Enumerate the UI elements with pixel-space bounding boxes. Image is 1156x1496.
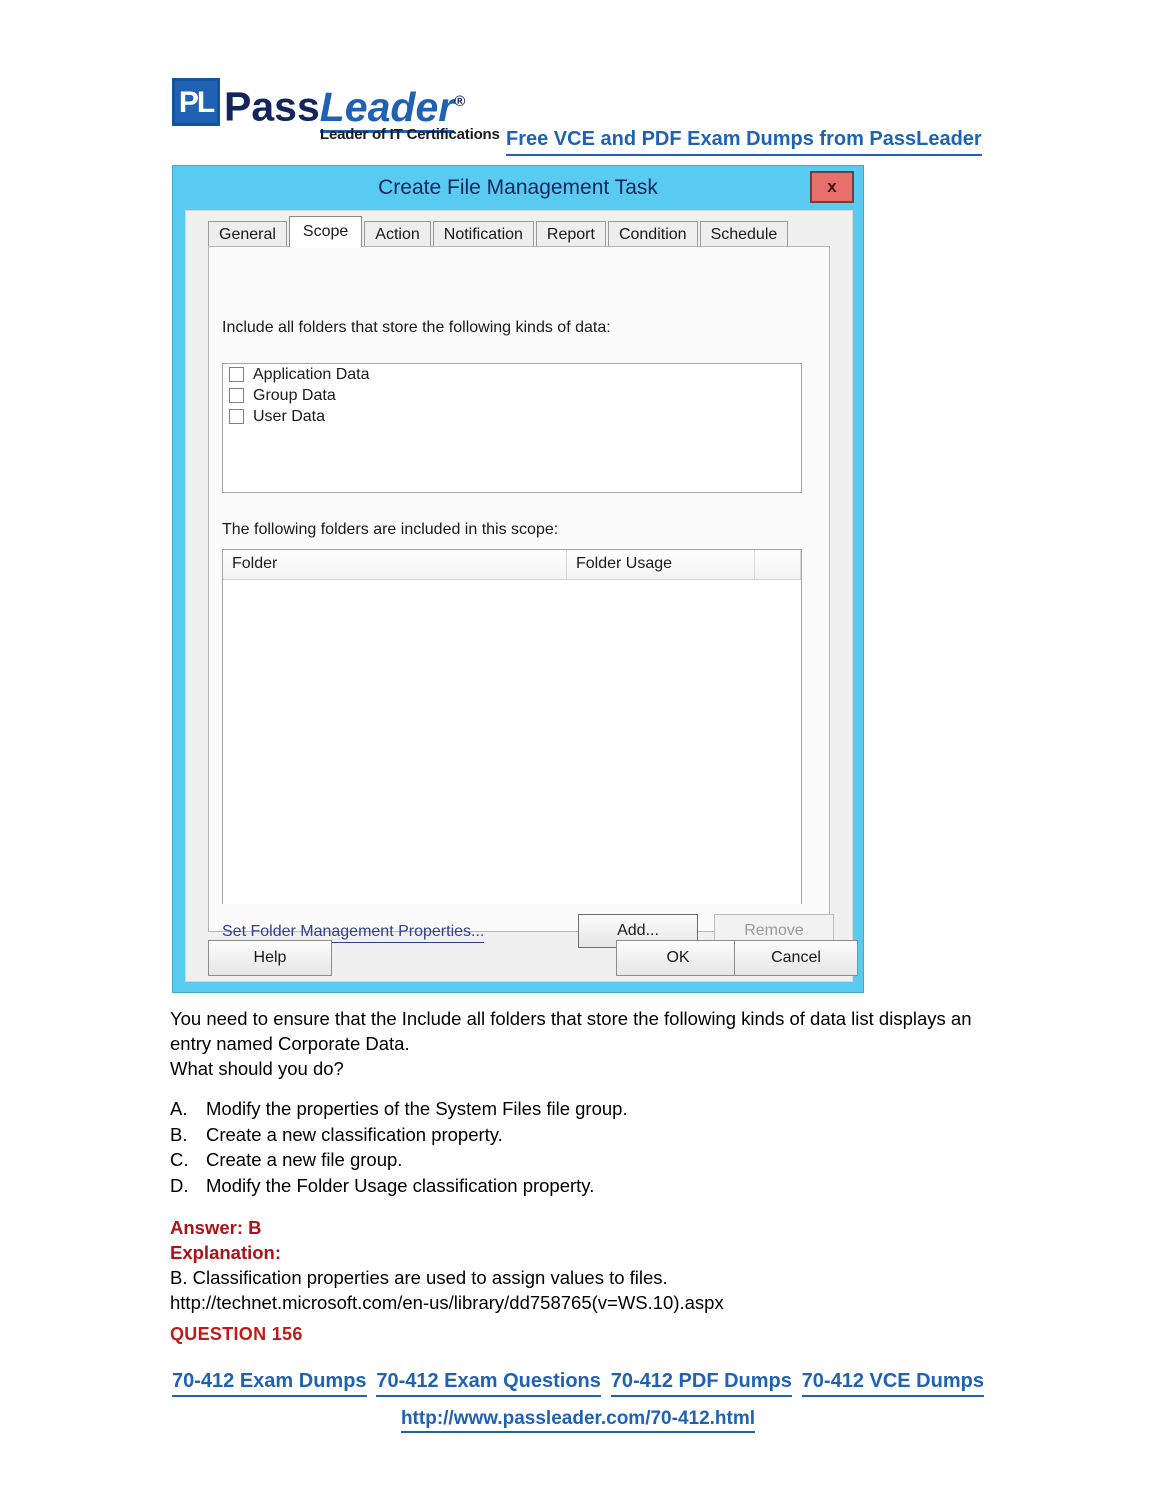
cancel-button[interactable]: Cancel xyxy=(734,940,858,976)
listview-rows[interactable] xyxy=(223,580,801,904)
choice-text: Create a new classification property. xyxy=(206,1123,503,1145)
logo-pass-text: Pass xyxy=(224,83,320,130)
choice-c: C. Create a new file group. xyxy=(170,1147,870,1173)
next-question-heading: QUESTION 156 xyxy=(170,1324,303,1344)
list-item-label: Application Data xyxy=(253,365,370,383)
close-icon[interactable]: x xyxy=(810,171,854,203)
choice-text: Modify the Folder Usage classification p… xyxy=(206,1174,595,1196)
dialog-titlebar: Create File Management Task x xyxy=(173,166,863,210)
kinds-of-data-label: Include all folders that store the follo… xyxy=(222,319,611,336)
footer-link-vce-dumps[interactable]: 70-412 VCE Dumps xyxy=(801,1370,984,1397)
tab-scope[interactable]: Scope xyxy=(288,216,363,247)
help-button[interactable]: Help xyxy=(208,940,332,976)
explanation-text: B. Classification properties are used to… xyxy=(170,1267,668,1288)
answer-value: B xyxy=(248,1217,262,1238)
question-stem: You need to ensure that the Include all … xyxy=(170,1006,1000,1081)
choice-letter: B. xyxy=(170,1123,188,1145)
tab-general[interactable]: General xyxy=(208,221,287,247)
question-stem-line-2: entry named Corporate Data. xyxy=(170,1033,410,1054)
tab-schedule[interactable]: Schedule xyxy=(699,221,789,247)
question-stem-line-3: What should you do? xyxy=(170,1058,344,1079)
footer-link-exam-dumps[interactable]: 70-412 Exam Dumps xyxy=(172,1370,367,1397)
column-header-folder-usage[interactable]: Folder Usage xyxy=(567,550,755,579)
tab-strip: General Scope Action Notification Report… xyxy=(208,216,790,247)
choice-letter: C. xyxy=(170,1149,189,1170)
kinds-of-data-listbox[interactable]: Application Data Group Data User Data xyxy=(222,363,802,493)
list-item[interactable]: Group Data xyxy=(223,385,801,406)
footer-link-exam-questions[interactable]: 70-412 Exam Questions xyxy=(376,1370,601,1397)
choice-text: Modify the properties of the System File… xyxy=(206,1098,628,1119)
tab-condition[interactable]: Condition xyxy=(607,221,698,247)
choice-text: Create a new file group. xyxy=(206,1149,403,1170)
column-header-folder[interactable]: Folder xyxy=(223,550,567,579)
checkbox-application-data[interactable] xyxy=(229,367,244,382)
question-stem-line-1: You need to ensure that the Include all … xyxy=(170,1008,972,1029)
dialog-body: General Scope Action Notification Report… xyxy=(185,210,858,982)
list-item-label: Group Data xyxy=(253,386,336,404)
footer-link-pdf-dumps[interactable]: 70-412 PDF Dumps xyxy=(610,1370,792,1397)
footer-links: 70-412 Exam Dumps 70-412 Exam Questions … xyxy=(172,1370,984,1397)
tab-report[interactable]: Report xyxy=(535,221,606,247)
checkbox-group-data[interactable] xyxy=(229,388,244,403)
list-item[interactable]: User Data xyxy=(223,406,801,427)
answer-choices: A. Modify the properties of the System F… xyxy=(170,1096,870,1198)
list-item[interactable]: Application Data xyxy=(223,364,801,385)
column-header-spare xyxy=(755,550,801,579)
included-folders-listview[interactable]: Folder Folder Usage xyxy=(222,549,802,904)
logo-tagline: Leader of IT Certifications xyxy=(320,126,500,143)
footer-url-text: http://www.passleader.com/70-412.html xyxy=(400,1408,756,1433)
page-header: PL PassLeader® Leader of IT Certificatio… xyxy=(172,76,1002,156)
pl-logo-icon: PL xyxy=(172,78,220,126)
choice-b: B. Create a new classification property. xyxy=(170,1122,870,1148)
answer-section: Answer: B Explanation: B. Classification… xyxy=(170,1215,970,1315)
list-item-label: User Data xyxy=(253,407,326,425)
tab-notification[interactable]: Notification xyxy=(432,221,534,247)
dialog-title: Create File Management Task xyxy=(378,176,658,199)
checkbox-user-data[interactable] xyxy=(229,409,244,424)
choice-letter: A. xyxy=(170,1098,188,1119)
tab-action[interactable]: Action xyxy=(364,221,431,247)
answer-label: Answer: xyxy=(170,1217,243,1238)
explanation-url: http://technet.microsoft.com/en-us/libra… xyxy=(170,1292,724,1313)
explanation-label: Explanation: xyxy=(170,1242,282,1263)
promo-link[interactable]: Free VCE and PDF Exam Dumps from PassLea… xyxy=(506,128,982,156)
choice-letter: D. xyxy=(170,1174,189,1196)
create-file-management-task-dialog: Create File Management Task x General Sc… xyxy=(172,165,864,993)
choice-d: D. Modify the Folder Usage classificatio… xyxy=(170,1173,870,1199)
passleader-logo: PL PassLeader® Leader of IT Certificatio… xyxy=(172,76,512,148)
answer-line: Answer: B xyxy=(170,1215,970,1240)
ok-button[interactable]: OK xyxy=(616,940,740,976)
listview-header: Folder Folder Usage xyxy=(223,550,801,580)
choice-a: A. Modify the properties of the System F… xyxy=(170,1096,870,1122)
logo-wordmark: PassLeader® xyxy=(224,76,465,133)
footer-url[interactable]: http://www.passleader.com/70-412.html xyxy=(0,1408,1156,1433)
registered-trademark-icon: ® xyxy=(454,93,466,110)
included-folders-label: The following folders are included in th… xyxy=(222,521,559,538)
